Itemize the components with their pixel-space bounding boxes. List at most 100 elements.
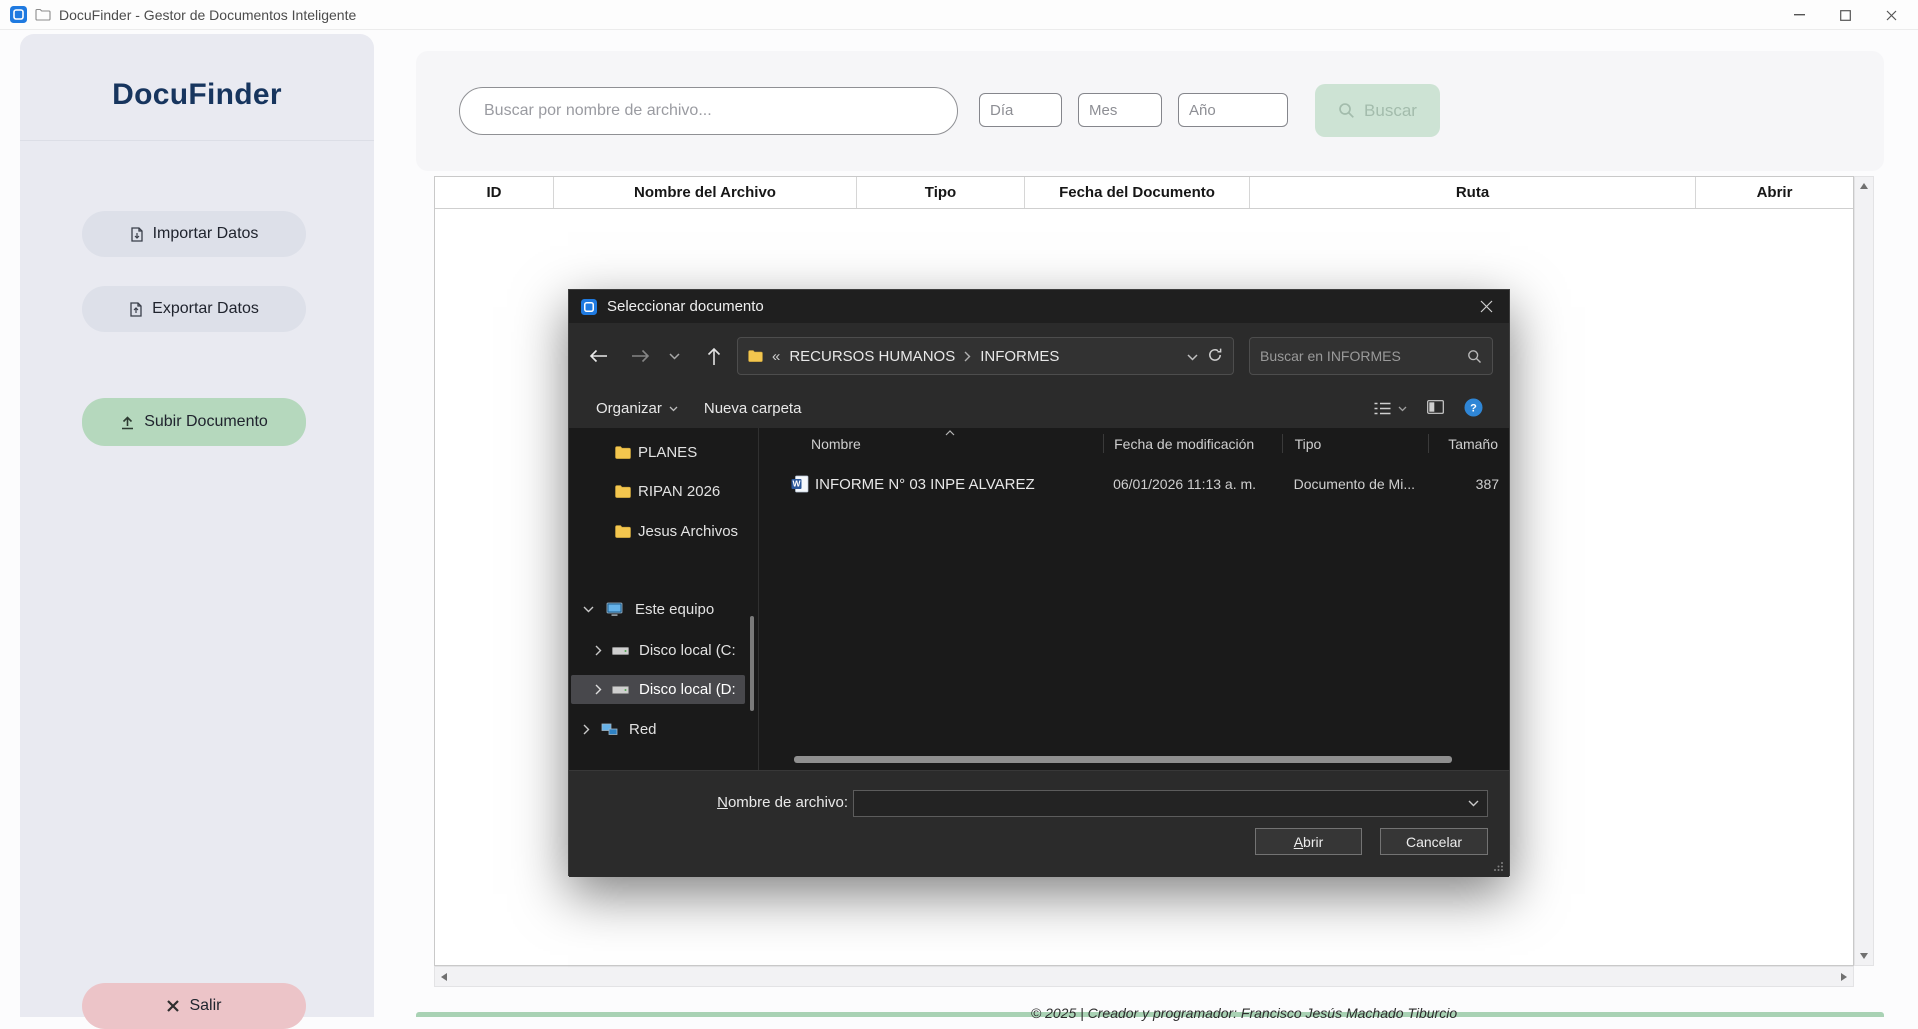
list-column-nombre[interactable]: Nombre [759,434,1103,453]
list-column-tipo[interactable]: Tipo [1281,434,1429,453]
filename-input[interactable] [854,795,1468,812]
upload-document-button[interactable]: Subir Documento [82,398,306,446]
address-bar[interactable]: « RECURSOS HUMANOS INFORMES [737,337,1234,375]
tree-scrollbar[interactable] [750,616,754,711]
list-horizontal-scrollbar[interactable] [794,756,1452,763]
folder-icon [615,525,631,538]
window-controls [1776,0,1914,30]
list-column-fecha[interactable]: Fecha de modificación [1103,434,1281,453]
month-input[interactable] [1078,93,1162,127]
combo-chevron-down-icon[interactable] [1468,800,1479,807]
tree-item-disco-local-d[interactable]: Disco local (D: [595,676,736,703]
word-file-icon: W [791,475,809,493]
file-row[interactable]: W INFORME N° 03 INPE ALVAREZ 06/01/2026 … [759,469,1509,499]
scroll-down-icon [1860,953,1868,959]
search-panel: Buscar [416,51,1884,171]
help-icon: ? [1464,398,1483,417]
folder-icon [615,446,631,459]
dialog-close-button[interactable] [1463,290,1509,323]
exit-x-icon [166,999,180,1013]
upload-icon [120,415,135,430]
file-list-header: Nombre Fecha de modificación Tipo Tamaño [759,428,1509,459]
year-input[interactable] [1178,93,1288,127]
close-button[interactable] [1868,0,1914,30]
search-button-label: Buscar [1364,100,1417,120]
column-header-fecha: Fecha del Documento [1025,177,1250,208]
toolbar-view-controls: ? [1374,389,1483,428]
dialog-close-icon [1480,300,1493,313]
table-header-row: ID Nombre del Archivo Tipo Fecha del Doc… [435,177,1853,209]
day-input[interactable] [979,93,1062,127]
tree-item-ripan-2026[interactable]: RIPAN 2026 [615,478,720,505]
search-button[interactable]: Buscar [1315,84,1440,137]
close-icon [1886,10,1897,21]
dialog-search-box [1249,337,1493,375]
import-icon [130,226,144,242]
file-dialog: Seleccionar documento « RECURSOS HUMANOS… [568,289,1510,877]
minimize-button[interactable] [1776,0,1822,30]
maximize-icon [1839,9,1851,21]
column-header-ruta: Ruta [1250,177,1696,208]
organize-menu-button[interactable]: Organizar [596,400,678,417]
export-data-button[interactable]: Exportar Datos [82,286,306,332]
help-button[interactable]: ? [1464,398,1483,420]
new-folder-label: Nueva carpeta [703,400,802,417]
maximize-button[interactable] [1822,0,1868,30]
open-accel: A [1293,833,1304,850]
dialog-toolbar: Organizar Nueva carpeta ? [569,389,1509,428]
tree-item-planes[interactable]: PLANES [615,439,697,466]
filename-rest: ombre de archivo: [727,794,848,811]
scroll-left-icon [441,972,447,981]
preview-pane-button[interactable] [1427,400,1444,417]
tree-item-red[interactable]: Red [583,716,657,743]
up-button[interactable] [697,339,731,373]
view-chevron-down-icon [1398,406,1407,412]
sidebar: DocuFinder Importar Datos Exportar Datos… [20,34,374,1029]
open-button[interactable]: Abrir [1255,828,1362,855]
minimize-icon [1793,14,1805,16]
breadcrumb-separator-icon [964,351,971,362]
dialog-search-input[interactable] [1260,348,1461,364]
refresh-button[interactable] [1207,347,1223,366]
search-icon [1338,102,1355,119]
list-view-icon [1374,402,1391,415]
back-icon [589,349,608,363]
new-folder-button[interactable]: Nueva carpeta [704,400,802,417]
scroll-right-icon [1841,972,1847,981]
footer-credit: © 2025 | Creador y programador: Francisc… [1030,1005,1458,1021]
tree-item-label: Disco local (D: [639,681,736,698]
vertical-scrollbar[interactable] [1854,176,1874,966]
tree-item-este-equipo[interactable]: Este equipo [583,596,714,623]
search-input[interactable] [459,87,958,135]
import-data-button[interactable]: Importar Datos [82,211,306,257]
tree-item-jesus-archivos[interactable]: Jesus Archivos [615,518,738,545]
tree-item-label: Disco local (C: [639,642,736,659]
chevron-right-icon [595,645,602,656]
chevron-down-icon [668,352,680,360]
exit-button[interactable]: Salir [82,983,306,1029]
file-modified: 06/01/2026 11:13 a. m. [1113,476,1257,492]
cancel-button[interactable]: Cancelar [1380,828,1488,855]
app-logo-icon [10,6,27,23]
address-dropdown-button[interactable] [1187,349,1198,364]
svg-text:?: ? [1470,402,1477,414]
chevron-right-icon [595,684,602,695]
filename-label: Nombre de archivo: [569,794,848,811]
horizontal-scrollbar[interactable] [434,966,1854,987]
column-header-nombre: Nombre del Archivo [554,177,857,208]
address-chevron-down-icon [1187,353,1198,361]
list-column-tamano[interactable]: Tamaño [1428,434,1509,453]
tree-item-disco-local-c[interactable]: Disco local (C: [595,637,736,664]
recent-locations-button[interactable] [661,339,687,373]
file-size: 387 [1475,476,1500,492]
breadcrumb-item-recursos-humanos[interactable]: RECURSOS HUMANOS [789,348,955,365]
breadcrumb-item-informes[interactable]: INFORMES [980,348,1059,365]
back-button[interactable] [581,339,615,373]
filename-accel: N [717,794,728,811]
forward-button[interactable] [623,339,657,373]
breadcrumb-overflow[interactable]: « [772,348,780,365]
import-label: Importar Datos [152,225,259,242]
resize-grip[interactable] [1493,861,1504,872]
dialog-titlebar: Seleccionar documento [569,290,1509,323]
view-mode-button[interactable] [1374,402,1407,415]
